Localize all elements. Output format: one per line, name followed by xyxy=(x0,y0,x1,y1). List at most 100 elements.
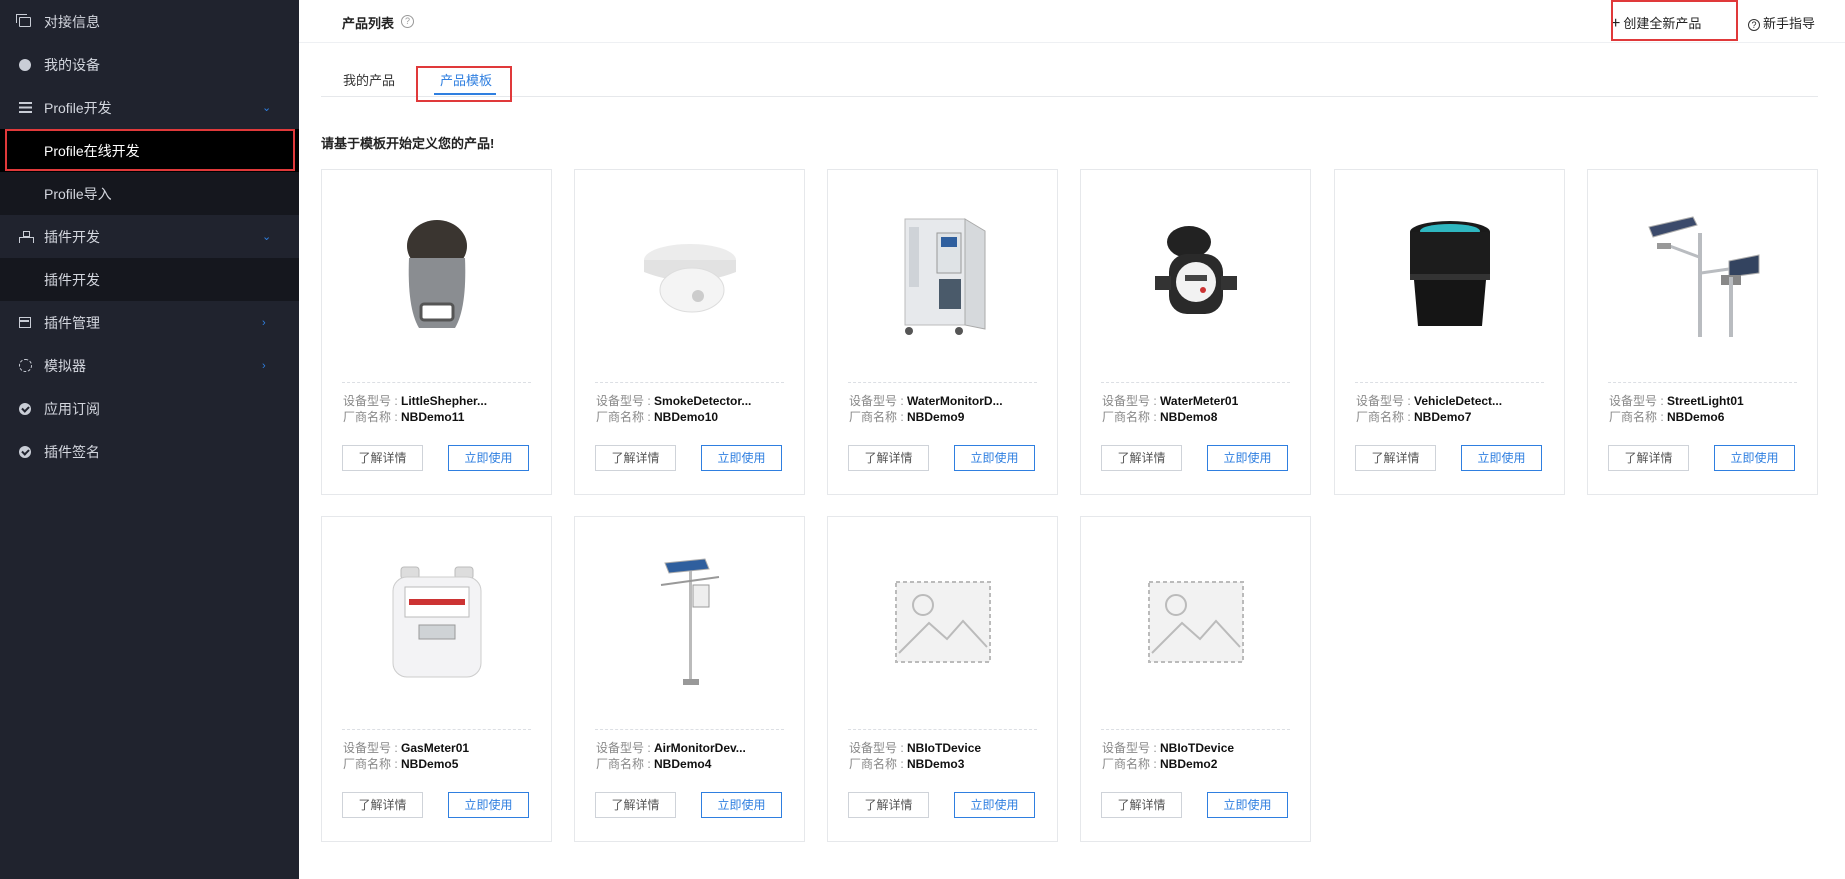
create-product-label: 创建全新产品 xyxy=(1623,16,1702,31)
card-divider xyxy=(342,382,531,383)
model-label: 设备型号 : xyxy=(849,741,908,755)
use-now-button[interactable]: 立即使用 xyxy=(448,792,529,818)
help-icon[interactable]: ? xyxy=(401,15,414,28)
sidebar-item-label: 对接信息 xyxy=(44,13,100,30)
sidebar-item-label: Profile在线开发 xyxy=(44,142,140,159)
question-icon: ? xyxy=(1748,18,1760,31)
vendor-value: NBDemo8 xyxy=(1160,410,1218,424)
vendor-name: 厂商名称 : NBDemo8 xyxy=(1102,408,1217,425)
learn-more-button[interactable]: 了解详情 xyxy=(848,445,929,471)
sidebar-item-profile-dev[interactable]: Profile开发 ⌄ xyxy=(0,86,299,129)
sidebar-item-label: 插件开发 xyxy=(44,271,100,288)
tab-product-templates[interactable]: 产品模板 xyxy=(440,70,492,89)
product-card: 设备型号 : NBIoTDevice 厂商名称 : NBDemo2 了解详情 立即使用 xyxy=(1080,516,1311,842)
plugin-submenu: 插件开发 xyxy=(0,258,299,301)
model-label: 设备型号 : xyxy=(596,394,655,408)
card-divider xyxy=(1101,382,1290,383)
gas-meter-icon xyxy=(322,557,551,687)
simulator-icon xyxy=(18,359,32,373)
learn-more-button[interactable]: 了解详情 xyxy=(1608,445,1689,471)
use-now-button[interactable]: 立即使用 xyxy=(1461,445,1542,471)
learn-more-button[interactable]: 了解详情 xyxy=(1101,792,1182,818)
sidebar-item-label: 我的设备 xyxy=(44,56,100,73)
profile-submenu: Profile在线开发 Profile导入 xyxy=(0,129,299,215)
sidebar-item-my-devices[interactable]: 我的设备 xyxy=(0,43,299,86)
learn-more-button[interactable]: 了解详情 xyxy=(342,445,423,471)
device-model: 设备型号 : NBIoTDevice xyxy=(849,739,981,756)
vendor-name: 厂商名称 : NBDemo3 xyxy=(849,755,964,772)
guide-label: 新手指导 xyxy=(1763,16,1816,31)
sidebar-item-profile-online[interactable]: Profile在线开发 xyxy=(0,129,299,172)
product-card: 设备型号 : WaterMeter01 厂商名称 : NBDemo8 了解详情 立即使… xyxy=(1080,169,1311,495)
active-tab-indicator xyxy=(434,93,496,95)
sidebar-item-docking-info[interactable]: 对接信息 xyxy=(0,0,299,43)
card-divider xyxy=(1608,382,1797,383)
use-now-button[interactable]: 立即使用 xyxy=(1207,445,1288,471)
tabs-divider xyxy=(321,96,1818,97)
use-now-button[interactable]: 立即使用 xyxy=(448,445,529,471)
sidebar-item-label: Profile开发 xyxy=(44,99,112,116)
vendor-label: 厂商名称 : xyxy=(849,757,908,771)
product-card: 设备型号 : SmokeDetector... 厂商名称 : NBDemo10 了解… xyxy=(574,169,805,495)
vehicle-detector-icon xyxy=(1335,210,1564,340)
sidebar-item-label: 插件开发 xyxy=(44,228,100,245)
use-now-button[interactable]: 立即使用 xyxy=(1714,445,1795,471)
use-now-button[interactable]: 立即使用 xyxy=(701,792,782,818)
sidebar-item-plugin-dev[interactable]: 插件开发 ⌄ xyxy=(0,215,299,258)
model-label: 设备型号 : xyxy=(1356,394,1415,408)
use-now-button[interactable]: 立即使用 xyxy=(701,445,782,471)
chevron-down-icon: ⌄ xyxy=(262,231,272,243)
chevron-right-icon: › xyxy=(262,359,266,372)
vendor-name: 厂商名称 : NBDemo4 xyxy=(596,755,711,772)
chevron-down-icon: ⌄ xyxy=(262,102,272,114)
card-divider xyxy=(848,729,1037,730)
vendor-value: NBDemo11 xyxy=(401,410,465,424)
vendor-name: 厂商名称 : NBDemo9 xyxy=(849,408,964,425)
vendor-label: 厂商名称 : xyxy=(596,410,655,424)
model-value: AirMonitorDev... xyxy=(654,741,746,755)
sidebar-item-plugin-sign[interactable]: 插件签名 xyxy=(0,430,299,473)
street-light-icon xyxy=(1588,210,1817,340)
create-product-button[interactable]: + 创建全新产品 xyxy=(1611,13,1701,33)
device-model: 设备型号 : WaterMeter01 xyxy=(1102,392,1238,409)
air-monitor-icon xyxy=(575,557,804,687)
vendor-label: 厂商名称 : xyxy=(1356,410,1415,424)
model-value: VehicleDetect... xyxy=(1414,394,1503,408)
learn-more-button[interactable]: 了解详情 xyxy=(342,792,423,818)
vendor-name: 厂商名称 : NBDemo10 xyxy=(596,408,718,425)
use-now-button[interactable]: 立即使用 xyxy=(954,792,1035,818)
smoke-detector-icon xyxy=(575,210,804,340)
model-label: 设备型号 : xyxy=(596,741,655,755)
model-value: NBIoTDevice xyxy=(907,741,982,755)
tree-icon xyxy=(18,230,34,244)
sidebar-item-simulator[interactable]: 模拟器 › xyxy=(0,344,299,387)
model-value: StreetLight01 xyxy=(1667,394,1744,408)
window-icon xyxy=(16,13,32,29)
image-placeholder-icon xyxy=(1081,557,1310,687)
device-model: 设备型号 : WaterMonitorD... xyxy=(849,392,1003,409)
sidebar-item-plugin-manage[interactable]: 插件管理 › xyxy=(0,301,299,344)
sidebar-item-label: Profile导入 xyxy=(44,185,112,202)
learn-more-button[interactable]: 了解详情 xyxy=(1101,445,1182,471)
list-icon xyxy=(18,101,32,115)
vendor-label: 厂商名称 : xyxy=(1102,757,1161,771)
sidebar-item-app-subscribe[interactable]: 应用订阅 xyxy=(0,387,299,430)
tab-my-products[interactable]: 我的产品 xyxy=(343,70,395,89)
sidebar-item-plugin-dev-sub[interactable]: 插件开发 xyxy=(0,258,299,301)
use-now-button[interactable]: 立即使用 xyxy=(1207,792,1288,818)
sidebar-item-profile-import[interactable]: Profile导入 xyxy=(0,172,299,215)
learn-more-button[interactable]: 了解详情 xyxy=(595,792,676,818)
model-value: WaterMeter01 xyxy=(1160,394,1239,408)
product-card: 设备型号 : StreetLight01 厂商名称 : NBDemo6 了解详情 立即… xyxy=(1587,169,1818,495)
device-model: 设备型号 : SmokeDetector... xyxy=(596,392,751,409)
device-model: 设备型号 : NBIoTDevice xyxy=(1102,739,1234,756)
learn-more-button[interactable]: 了解详情 xyxy=(595,445,676,471)
learn-more-button[interactable]: 了解详情 xyxy=(1355,445,1436,471)
use-now-button[interactable]: 立即使用 xyxy=(954,445,1035,471)
guide-button[interactable]: ? 新手指导 xyxy=(1748,13,1815,32)
card-divider xyxy=(595,729,784,730)
vendor-label: 厂商名称 : xyxy=(596,757,655,771)
plus-icon: + xyxy=(1611,15,1621,32)
device-icon xyxy=(18,58,32,72)
learn-more-button[interactable]: 了解详情 xyxy=(848,792,929,818)
